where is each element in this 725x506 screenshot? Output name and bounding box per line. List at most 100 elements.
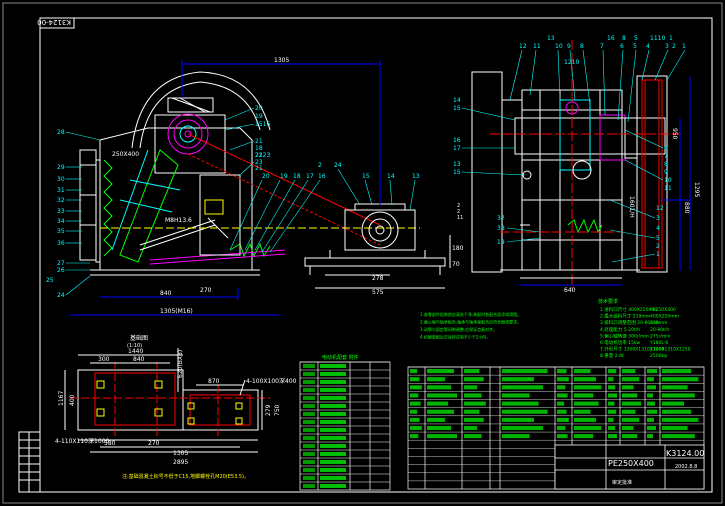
- dim-label: 750: [274, 404, 281, 416]
- bom-cell-text: [410, 369, 418, 374]
- bom-cell-text: [622, 417, 640, 422]
- spec-value: 210mm: [650, 320, 667, 326]
- front-inner-label: 250X400: [112, 151, 139, 158]
- bom-cell-text: [647, 401, 656, 406]
- bom-cell-text: [662, 409, 692, 414]
- callout: 17: [453, 145, 461, 152]
- foundation-dims: 1440 840 300 620(BX8) 870 1167 400 4-110…: [55, 348, 297, 466]
- bom-cell-text: [622, 385, 634, 390]
- parts-row-text: [320, 452, 346, 456]
- callout: 24: [334, 162, 342, 169]
- front-shaft-label: M8H13.6: [165, 217, 192, 224]
- parts-row-text: [320, 396, 346, 400]
- callout: 26: [57, 267, 65, 274]
- bom-cell-text: [427, 434, 458, 439]
- bom-cell-text: [557, 369, 567, 374]
- dim-label: 1295: [693, 182, 700, 197]
- spec-line: 4.处理能力 5-20t/h: [600, 326, 640, 333]
- callout: 1: [656, 251, 660, 258]
- parts-row-text: [303, 388, 315, 392]
- callout: 35: [57, 228, 65, 235]
- bom-cell-text: [608, 385, 616, 390]
- spec-value: 275r/min: [650, 333, 671, 339]
- bom-cell-text: [464, 409, 480, 414]
- dim-label: 870: [208, 378, 220, 385]
- parts-row-text: [320, 372, 346, 376]
- front-dim-top: 1305: [274, 57, 289, 64]
- dim-label: 300: [98, 356, 110, 363]
- bom-cell-text: [574, 377, 596, 382]
- bom-cell-text: [557, 409, 567, 414]
- callout: 15: [362, 173, 370, 180]
- spec-value: 1300X1310X1250: [650, 347, 691, 353]
- callout: 15: [453, 105, 461, 112]
- callout: 9: [567, 43, 571, 50]
- parts-row-text: [303, 444, 315, 448]
- bom-cell-text: [464, 377, 484, 382]
- callout: 5: [634, 35, 638, 42]
- callout: 31: [57, 187, 65, 194]
- callout: 3: [656, 215, 660, 222]
- parts-row-text: [320, 380, 346, 384]
- dim-label: 950: [671, 128, 678, 140]
- spec-block: 技术要求 1.进料口尺寸 400X250mm2.最大给料尺寸 210mm3.排料…: [420, 298, 691, 359]
- bom-cell-text: [608, 434, 618, 439]
- side-top-callouts: 12 11 10 9 8 7 6 5 4 3 2 1 13 16 8 5 111…: [519, 35, 686, 66]
- spec-line: 2.最大给料尺寸 210mm: [600, 313, 650, 320]
- stamp-label: K3124-00: [37, 18, 71, 26]
- bom-cell-text: [608, 417, 614, 422]
- bom-cell-text: [557, 393, 568, 398]
- bom-cell-text: [410, 385, 422, 390]
- callout: 20: [262, 173, 270, 180]
- callout: 16: [607, 35, 615, 42]
- bom-cell-text: [557, 417, 569, 422]
- bom-cell-text: [662, 393, 695, 398]
- callout: 7: [664, 153, 668, 160]
- callout: 8: [664, 161, 668, 168]
- bom-cell-text: [502, 434, 530, 439]
- bom-cell-text: [502, 393, 530, 398]
- bom-cell-text: [574, 417, 596, 422]
- bom-cell-text: [427, 377, 446, 382]
- parts-row-text: [320, 484, 346, 488]
- motor-height-2: 70: [452, 261, 460, 268]
- callout: 36: [57, 240, 65, 247]
- spec-line: 5.偏心轴转速 300r/min: [600, 332, 649, 339]
- callout: 4: [646, 43, 650, 50]
- bom-cell-text: [427, 401, 449, 406]
- bom-cell-text: [574, 401, 599, 406]
- callout: 11: [664, 185, 672, 192]
- dim-label: 1601/H: [628, 196, 635, 218]
- callout: 21: [255, 165, 263, 172]
- callout: 18: [293, 173, 301, 180]
- spec-value: 400X250mm: [650, 314, 679, 320]
- spec-lines-right: PE250X400400X250mm210mm20-80t/h275r/minY…: [649, 307, 691, 359]
- spec-note: 4.机器装配后空运转试验不少于2小时。: [420, 334, 490, 340]
- callout: 19: [255, 113, 263, 120]
- bom-cell-text: [622, 434, 638, 439]
- bom-cell-text: [557, 401, 565, 406]
- parts-table-title: 电动机配套 附件: [322, 354, 359, 361]
- parts-row-text: [320, 364, 346, 368]
- callout: 1110: [650, 35, 665, 42]
- front-right-callouts: 20 19 1516 21 18 22 23 2123 21 20 19 18 …: [255, 105, 420, 180]
- parts-row-text: [303, 452, 315, 456]
- spec-value: Y180L-6: [649, 340, 668, 346]
- bom-cell-text: [502, 409, 548, 414]
- bom-cell-text: [427, 385, 452, 390]
- spec-line: 8.重量 2.8t: [600, 352, 624, 359]
- callout: 12: [656, 205, 664, 212]
- bom-cell-text: [410, 417, 420, 422]
- parts-row-text: [303, 484, 315, 488]
- parts-row-text: [320, 436, 346, 440]
- callout: 16: [453, 137, 461, 144]
- bom-cell-text: [608, 401, 615, 406]
- bom-cell-text: [427, 393, 458, 398]
- callout: 13: [547, 35, 555, 42]
- bom-cell-text: [464, 369, 480, 374]
- dim-label: 279: [265, 404, 272, 416]
- parts-row-text: [303, 412, 315, 416]
- foundation-footnote: 注:基础混凝土标号不低于C15,地脚螺栓孔M20(E53.5)。: [122, 473, 249, 480]
- callout: 6: [620, 43, 624, 50]
- callout: 1: [669, 35, 673, 42]
